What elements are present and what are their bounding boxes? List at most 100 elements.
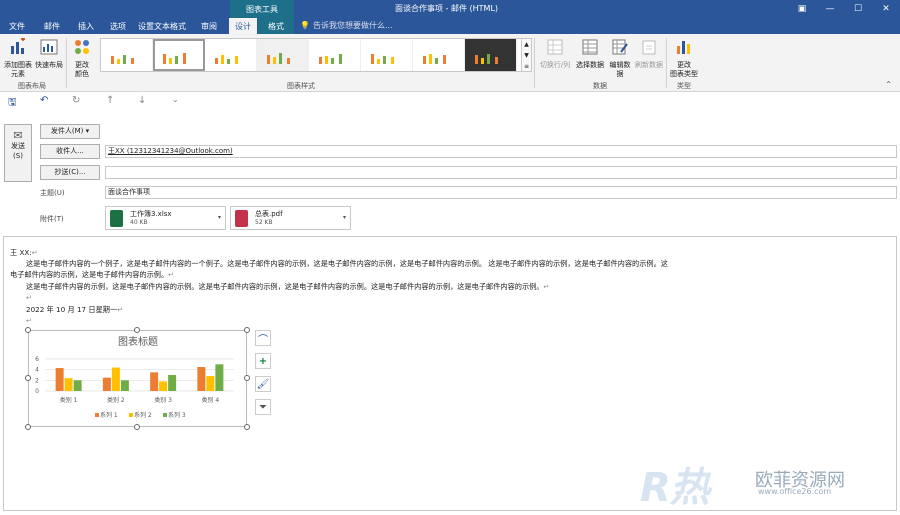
resize-handle[interactable] [134,327,140,333]
maximize-button[interactable]: ☐ [844,0,872,18]
send-button[interactable]: ✉ 发送 (S) [4,124,32,182]
from-label: 发件人(M) [50,127,84,135]
brush-icon: 🖌 [256,378,270,390]
tab-options[interactable]: 选项 [104,18,132,34]
watermark-logo: R热 [640,465,710,511]
add-chart-element-icon [11,37,25,54]
save-icon[interactable]: 🖫 [8,95,17,112]
group-label-layout: 图表布局 [18,82,46,90]
switch-row-column-label: 切换行/列 [539,61,571,69]
minimize-button[interactable]: — [816,0,844,18]
chart-style-4[interactable] [257,39,309,71]
title-bar: 图表工具 面谈合作事项 - 邮件 (HTML) ▣ — ☐ ✕ [0,0,900,18]
ribbon-tab-bar: 文件 邮件 插入 选项 设置文本格式 审阅 设计 格式 💡 告诉我您想要做什么.… [0,18,900,34]
embedded-chart[interactable]: 图表标题 0 2 4 6 类别 1 类别 2 类别 3 类别 4 系列 1 系列 2 系列 3 [28,330,247,427]
legend-swatch [163,413,167,417]
chart-style-6[interactable] [361,39,413,71]
legend-entry: 系列 3 [168,411,186,419]
customize-toolbar-icon[interactable]: ⌄ [172,95,179,104]
tab-format[interactable]: 格式 [258,18,294,34]
chart-styles-gallery[interactable] [100,38,522,72]
attachments-label: 附件(T) [40,215,64,223]
resize-handle[interactable] [25,424,31,430]
change-chart-type-button[interactable]: 更改 图表类型 [668,38,700,79]
chart-filters-button[interactable]: ⏷ [255,399,271,415]
tab-design[interactable]: 设计 [229,18,257,34]
attachment-xlsx[interactable]: 工作簿3.xlsx 40 KB ▾ [105,206,226,230]
resize-handle[interactable] [25,375,31,381]
refresh-data-button[interactable]: 刷新数据 [633,38,665,70]
tab-insert[interactable]: 插入 [72,18,100,34]
tab-review[interactable]: 审阅 [195,18,223,34]
add-chart-element-label: 添加图表 元素 [4,61,32,78]
chart-style-1[interactable] [101,39,153,71]
chart-elements-button[interactable]: + [255,353,271,369]
resize-handle[interactable] [244,375,250,381]
watermark-url: www.office26.com [758,487,832,496]
subject-label: 主题(U) [40,189,65,197]
to-button[interactable]: 收件人... [40,144,100,159]
add-chart-element-button[interactable]: 添加图表 元素 [2,37,34,79]
pdf-file-icon [235,210,248,227]
from-button[interactable]: 发件人(M) ▾ [40,124,100,139]
attachment-name: 工作簿3.xlsx [130,210,172,218]
tab-format-text[interactable]: 设置文本格式 [136,18,188,34]
chevron-down-icon[interactable]: ▾ [218,214,221,221]
chart-style-7[interactable] [413,39,465,71]
bar-1-4 [197,367,206,391]
gallery-scroll[interactable]: ▲ ▼ ≡ [522,38,532,72]
legend-entry: 系列 1 [100,411,118,419]
redo-icon[interactable]: ↻ [72,95,80,106]
quick-layout-button[interactable]: 快速布局 [34,38,64,70]
attachment-pdf[interactable]: 总表.pdf 52 KB ▾ [230,206,351,230]
bar-1-3 [150,372,159,391]
cc-field[interactable] [105,166,897,179]
ribbon-display-options-button[interactable]: ▣ [788,0,816,18]
excel-file-icon [110,210,123,227]
tell-me-text: 告诉我您想要做什么... [312,21,393,30]
close-button[interactable]: ✕ [872,0,900,18]
collapse-ribbon-icon[interactable]: ⌃ [885,80,892,89]
x-tick-label: 类别 3 [154,396,172,404]
tell-me-box[interactable]: 💡 告诉我您想要做什么... [300,20,393,31]
bar-2-2 [111,367,120,391]
body-paragraph-2: 这是电子邮件内容的示例，这是电子邮件内容的示例。这是电子邮件内容的示例，这是电子… [26,282,550,291]
chevron-down-icon[interactable]: ▾ [343,214,346,221]
paragraph-mark: ↵ [26,293,33,302]
send-label: 发送 (S) [11,142,25,160]
chart-styles-button[interactable]: 🖌 [255,376,271,392]
bar-1-1 [55,368,64,391]
chart-canvas: 图表标题 0 2 4 6 类别 1 类别 2 类别 3 类别 4 系列 1 系列 2 系列 3 [35,335,234,419]
resize-handle[interactable] [244,327,250,333]
chart-style-3[interactable] [205,39,257,71]
tab-mail[interactable]: 邮件 [38,18,66,34]
select-data-icon [582,39,598,55]
layout-options-button[interactable]: ⌒ [255,330,271,346]
chart-style-8[interactable] [465,39,517,71]
y-tick-label: 2 [35,377,39,384]
resize-handle[interactable] [134,424,140,430]
lightbulb-icon: 💡 [300,21,310,30]
to-field[interactable]: 王XX (12312341234@Outlook.com) [105,145,897,158]
attachment-size: 40 KB [130,219,148,226]
change-chart-type-icon [677,41,690,54]
subject-field[interactable]: 面谈合作事项 [105,186,897,199]
resize-handle[interactable] [244,424,250,430]
undo-icon[interactable]: ↶ [40,95,48,106]
chart-style-2[interactable] [153,39,205,71]
layout-options-icon: ⌒ [258,334,268,346]
resize-handle[interactable] [25,327,31,333]
body-paragraph-1: 这是电子邮件内容的一个例子，这是电子邮件内容的一个例子。这是电子邮件内容的示例，… [26,259,668,268]
tab-file[interactable]: 文件 [4,18,30,34]
select-data-label: 选择数据 [576,61,604,69]
down-arrow-icon[interactable]: ↓ [138,95,146,106]
change-colors-label: 更改 颜色 [75,61,89,78]
up-arrow-icon[interactable]: ↑ [106,95,114,106]
quick-access-toolbar: 🖫 ↶ ↻ ↑ ↓ ⌄ [0,92,900,112]
chart-style-5[interactable] [309,39,361,71]
cc-button[interactable]: 抄送(C)... [40,165,100,180]
switch-row-column-button[interactable]: 切换行/列 [538,38,572,70]
select-data-button[interactable]: 选择数据 [574,38,606,70]
change-colors-button[interactable]: 更改 颜色 [68,38,96,79]
edit-data-button[interactable]: 编辑数 据 [607,38,633,79]
